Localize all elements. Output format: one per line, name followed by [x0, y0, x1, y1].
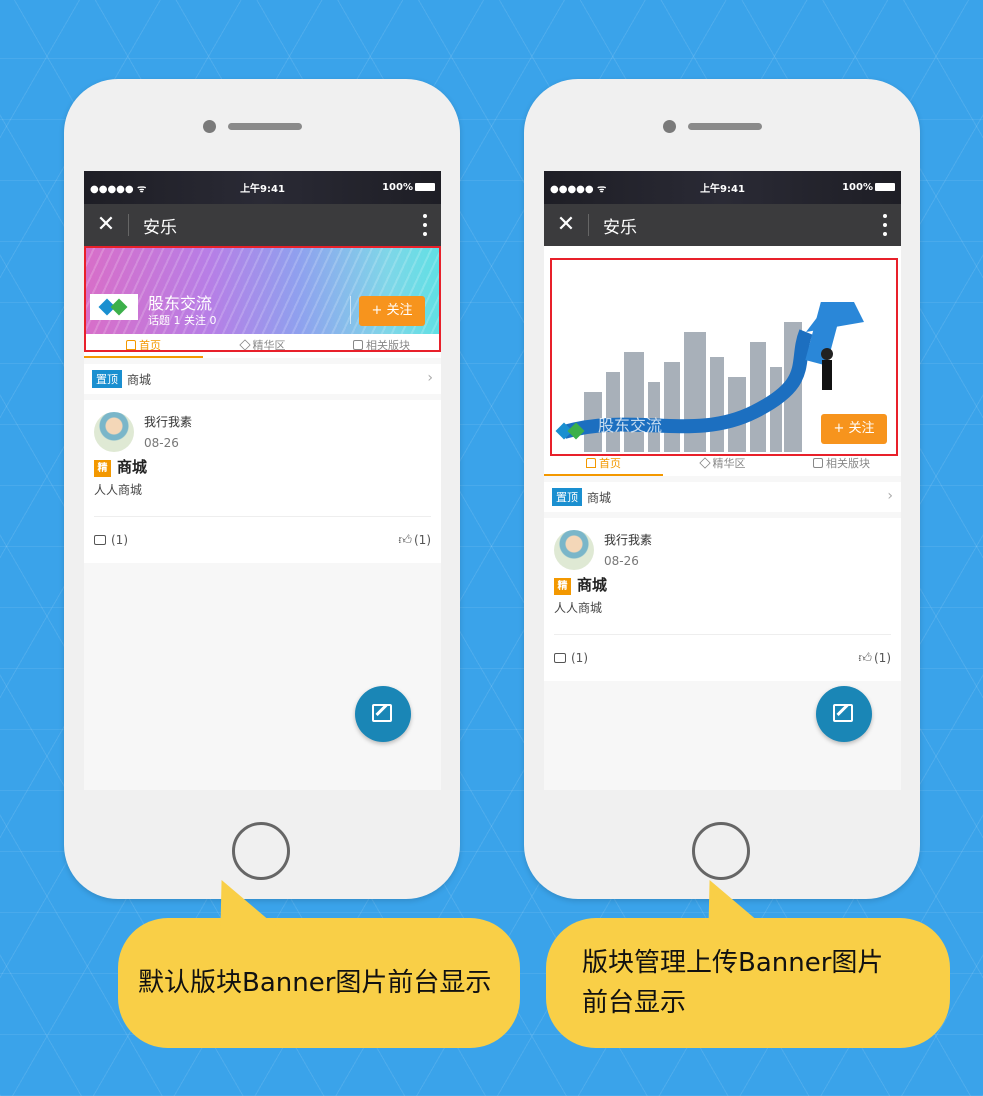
compose-button[interactable]	[355, 686, 411, 742]
pinned-row[interactable]: 置顶 商城 ›	[544, 482, 901, 512]
battery-indicator: 100%	[382, 182, 435, 193]
caption-left: 默认版块Banner图片前台显示	[138, 968, 492, 998]
edit-icon	[833, 704, 853, 722]
comment-button[interactable]: (1)	[554, 651, 588, 665]
battery-icon	[415, 183, 435, 191]
tab-related[interactable]: 相关版块	[322, 334, 441, 358]
logo-icon	[558, 423, 584, 439]
tab-featured[interactable]: 精华区	[663, 452, 782, 476]
board-name: 股东交流	[148, 294, 213, 313]
gem-icon	[238, 339, 251, 351]
pinned-label: 商城	[127, 372, 152, 387]
more-icon[interactable]	[883, 214, 887, 236]
follow-divider	[350, 296, 351, 324]
compose-button[interactable]	[816, 686, 872, 742]
featured-badge: 精	[94, 460, 111, 477]
board-banner: 股东交流 话题 1 关注 0 + 关注	[84, 246, 441, 334]
phone-mockup-right: ●●●●● ᯤ 上午9:41 100% ✕ 安乐 股东交流 + 关注 首页 精华…	[524, 79, 920, 899]
tab-related[interactable]: 相关版块	[782, 452, 901, 476]
thumbs-up-icon: 👍︎	[858, 650, 872, 666]
tab-home[interactable]: 首页	[544, 452, 663, 476]
board-tabs: 首页 精华区 相关版块	[84, 334, 441, 358]
comment-button[interactable]: (1)	[94, 533, 128, 547]
board-logo	[90, 294, 138, 320]
edit-icon	[372, 704, 392, 722]
post-date: 08-26	[144, 436, 179, 450]
chevron-right-icon: ›	[887, 488, 893, 504]
close-icon[interactable]: ✕	[544, 204, 588, 246]
nav-bar: ✕ 安乐	[84, 204, 441, 246]
pinned-row[interactable]: 置顶 商城 ›	[84, 364, 441, 394]
close-icon[interactable]: ✕	[84, 204, 128, 246]
follow-button[interactable]: + 关注	[821, 414, 887, 444]
post-footer: (1) 👍︎ (1)	[554, 635, 891, 681]
phone-mockup-left: ●●●●● ᯤ 上午9:41 100% ✕ 安乐 股东交流 话题 1 关注 0 …	[64, 79, 460, 899]
tab-home[interactable]: 首页	[84, 334, 203, 358]
home-button	[692, 822, 750, 880]
caption-right: 版块管理上传Banner图片 前台显示	[582, 948, 884, 1018]
logo-icon	[101, 299, 127, 315]
post-author: 我行我素	[604, 533, 653, 547]
home-icon	[586, 458, 596, 468]
pinned-label: 商城	[587, 490, 612, 505]
chevron-right-icon: ›	[427, 370, 433, 386]
home-button	[232, 822, 290, 880]
post-footer: (1) 👍︎ (1)	[94, 517, 431, 563]
pinned-badge: 置顶	[552, 488, 582, 506]
comment-icon	[94, 535, 106, 545]
like-button[interactable]: 👍︎ (1)	[858, 651, 891, 666]
cube-icon	[353, 340, 363, 350]
battery-indicator: 100%	[842, 182, 895, 193]
speaker	[228, 123, 302, 130]
board-logo	[554, 418, 588, 444]
post-author: 我行我素	[144, 415, 193, 429]
phone-screen-left: ●●●●● ᯤ 上午9:41 100% ✕ 安乐 股东交流 话题 1 关注 0 …	[84, 171, 441, 790]
comment-icon	[554, 653, 566, 663]
board-banner-custom: 股东交流 + 关注	[544, 246, 901, 452]
board-tabs: 首页 精华区 相关版块	[544, 452, 901, 476]
post-date: 08-26	[604, 554, 639, 568]
post-summary: 人人商城	[554, 599, 891, 635]
post-card[interactable]: 我行我素 08-26 精商城 人人商城 (1) 👍︎ (1)	[84, 400, 441, 563]
pinned-badge: 置顶	[92, 370, 122, 388]
like-button[interactable]: 👍︎ (1)	[398, 533, 431, 548]
post-title: 精商城	[554, 574, 891, 595]
featured-badge: 精	[554, 578, 571, 595]
phone-screen-right: ●●●●● ᯤ 上午9:41 100% ✕ 安乐 股东交流 + 关注 首页 精华…	[544, 171, 901, 790]
caption-bubble-left: 默认版块Banner图片前台显示	[118, 880, 520, 1048]
camera	[203, 120, 216, 133]
home-icon	[126, 340, 136, 350]
page-title: 安乐	[143, 217, 177, 238]
more-icon[interactable]	[423, 214, 427, 236]
battery-icon	[875, 183, 895, 191]
thumbs-up-icon: 👍︎	[398, 532, 412, 548]
nav-bar: ✕ 安乐	[544, 204, 901, 246]
follow-button[interactable]: + 关注	[359, 296, 425, 326]
post-card[interactable]: 我行我素 08-26 精商城 人人商城 (1) 👍︎ (1)	[544, 518, 901, 681]
board-name: 股东交流	[598, 416, 663, 435]
tab-featured[interactable]: 精华区	[203, 334, 322, 358]
post-summary: 人人商城	[94, 481, 431, 517]
status-bar: ●●●●● ᯤ 上午9:41 100%	[544, 171, 901, 204]
gem-icon	[698, 457, 711, 469]
cube-icon	[813, 458, 823, 468]
board-stats: 话题 1 关注 0	[148, 314, 217, 327]
page-title: 安乐	[603, 217, 637, 238]
status-bar: ●●●●● ᯤ 上午9:41 100%	[84, 171, 441, 204]
speaker	[688, 123, 762, 130]
post-title: 精商城	[94, 456, 431, 477]
avatar[interactable]	[94, 412, 134, 452]
avatar[interactable]	[554, 530, 594, 570]
signal-indicator: ●●●●● ᯤ	[90, 183, 147, 195]
signal-indicator: ●●●●● ᯤ	[550, 183, 607, 195]
camera	[663, 120, 676, 133]
caption-bubble-right: 版块管理上传Banner图片 前台显示	[546, 880, 950, 1048]
